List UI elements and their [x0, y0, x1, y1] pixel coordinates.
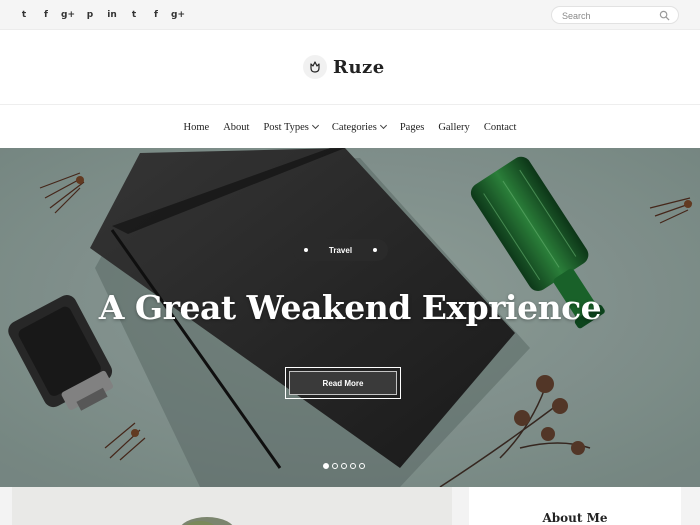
post-thumbnail [181, 517, 233, 525]
category-badge[interactable]: Travel [293, 239, 388, 261]
nav-item-about[interactable]: About [223, 122, 249, 133]
about-widget: About Me [469, 487, 681, 525]
widget-title: About Me [542, 511, 608, 525]
linkedin-icon[interactable]: in [101, 10, 123, 20]
top-bar: t f g+ p in t f g+ [0, 0, 700, 30]
nav-item-contact[interactable]: Contact [484, 122, 517, 133]
nav-item-categories[interactable]: Categories [331, 121, 387, 133]
search-icon[interactable] [659, 10, 670, 21]
nav-item-home[interactable]: Home [184, 122, 210, 133]
google-plus-icon[interactable]: g+ [167, 10, 189, 20]
read-more-label: Read More [289, 371, 397, 395]
slider-dot[interactable] [359, 463, 365, 469]
social-links: t f g+ p in t f g+ [13, 0, 189, 30]
site-logo[interactable]: Ruze [303, 54, 385, 80]
site-header: Ruze [0, 30, 700, 105]
hero-slider: Travel A Great Weakend Exprience Read Mo… [0, 148, 700, 487]
dot-icon [373, 248, 377, 252]
slider-dot[interactable] [332, 463, 338, 469]
google-plus-icon[interactable]: g+ [57, 10, 79, 20]
slider-dot[interactable] [341, 463, 347, 469]
nav-item-post-types[interactable]: Post Types [263, 121, 319, 133]
slider-dot[interactable] [350, 463, 356, 469]
hero-title[interactable]: A Great Weakend Exprience [0, 288, 700, 327]
category-label: Travel [328, 245, 353, 255]
nav-item-label: Post Types [263, 121, 309, 133]
post-card-image[interactable] [12, 487, 452, 525]
site-title: Ruze [333, 56, 385, 78]
search-input[interactable] [562, 9, 657, 22]
dot-icon [304, 248, 308, 252]
twitter-icon[interactable]: t [13, 10, 35, 20]
slider-dots [323, 463, 368, 469]
search-box [551, 6, 679, 24]
chevron-down-icon [379, 121, 387, 130]
slider-dot[interactable] [323, 463, 329, 469]
nav-item-pages[interactable]: Pages [400, 122, 425, 133]
twitter-icon[interactable]: t [123, 10, 145, 20]
read-more-button[interactable]: Read More [285, 367, 401, 399]
pinterest-icon[interactable]: p [79, 10, 101, 20]
tulip-icon [303, 55, 327, 79]
facebook-icon[interactable]: f [35, 10, 57, 20]
content-area: About Me [0, 487, 700, 525]
main-nav: Home About Post Types Categories Pages G… [0, 106, 700, 148]
nav-item-label: Categories [331, 121, 377, 133]
facebook-icon[interactable]: f [145, 10, 167, 20]
chevron-down-icon [311, 121, 319, 130]
nav-item-gallery[interactable]: Gallery [438, 122, 470, 133]
